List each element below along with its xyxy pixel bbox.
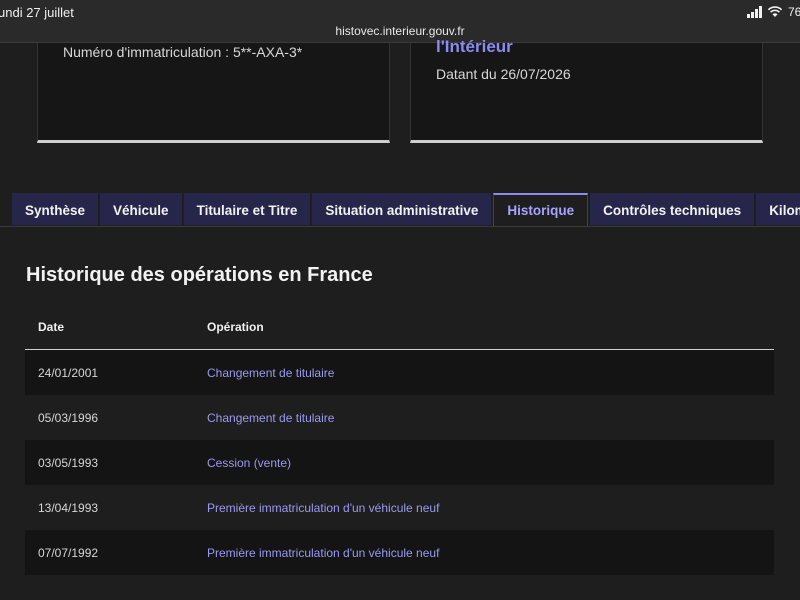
tab-situation-administrative[interactable]: Situation administrative <box>312 193 492 225</box>
row-operation: Cession (vente) <box>207 455 292 470</box>
row-date: 03/05/1993 <box>38 455 99 470</box>
registration-card: Numéro d'immatriculation : 5**-AXA-3* <box>37 43 390 143</box>
row-date: 07/07/1992 <box>38 545 99 560</box>
column-header-date: Date <box>38 320 65 334</box>
table-row: 03/05/1993 Cession (vente) <box>25 440 774 485</box>
cellular-signal-icon <box>747 6 762 18</box>
source-card: l'Intérieur Datant du 26/07/2026 <box>410 37 763 143</box>
table-header: Date Opération <box>25 305 774 350</box>
source-card-title: l'Intérieur <box>436 37 513 56</box>
page-title: Historique des opérations en France <box>26 264 373 286</box>
tabs-divider <box>0 226 800 227</box>
tab-synthese[interactable]: Synthèse <box>12 193 99 225</box>
tab-vehicule[interactable]: Véhicule <box>100 193 182 225</box>
row-date: 05/03/1996 <box>38 410 99 425</box>
tab-titulaire-titre[interactable]: Titulaire et Titre <box>183 193 311 225</box>
tab-controles-techniques[interactable]: Contrôles techniques <box>590 193 755 225</box>
table-row: 05/03/1996 Changement de titulaire <box>25 395 774 440</box>
report-tabs: Synthèse Véhicule Titulaire et Titre Situat… <box>12 193 800 226</box>
row-date: 13/04/1993 <box>38 500 99 515</box>
status-indicators: 76 <box>747 4 800 20</box>
table-body: 24/01/2001 Changement de titulaire 05/03… <box>25 350 774 575</box>
status-bar: undi 27 juillet histovec.interieur.gouv.… <box>0 0 800 43</box>
tab-kilometrage[interactable]: Kilométrage <box>756 193 800 225</box>
table-row: 07/07/1992 Première immatriculation d'un… <box>25 530 774 575</box>
table-row: 24/01/2001 Changement de titulaire <box>25 350 774 395</box>
table-row: 13/04/1993 Première immatriculation d'un… <box>25 485 774 530</box>
column-header-operation: Opération <box>207 320 264 334</box>
row-operation: Première immatriculation d'un véhicule n… <box>207 545 440 560</box>
row-operation: Changement de titulaire <box>207 365 335 380</box>
tab-historique[interactable]: Historique <box>493 193 589 226</box>
row-operation: Changement de titulaire <box>207 410 335 425</box>
row-operation: Première immatriculation d'un véhicule n… <box>207 500 440 515</box>
wifi-icon <box>767 6 783 17</box>
history-table: Date Opération 24/01/2001 Changement de … <box>25 305 774 575</box>
address-bar-url[interactable]: histovec.interieur.gouv.fr <box>0 24 800 38</box>
row-date: 24/01/2001 <box>38 365 99 380</box>
registration-number: Numéro d'immatriculation : 5**-AXA-3* <box>63 44 303 60</box>
battery-percentage: 76 <box>788 5 800 19</box>
status-time: undi 27 juillet <box>0 5 74 20</box>
source-card-date: Datant du 26/07/2026 <box>436 66 571 82</box>
